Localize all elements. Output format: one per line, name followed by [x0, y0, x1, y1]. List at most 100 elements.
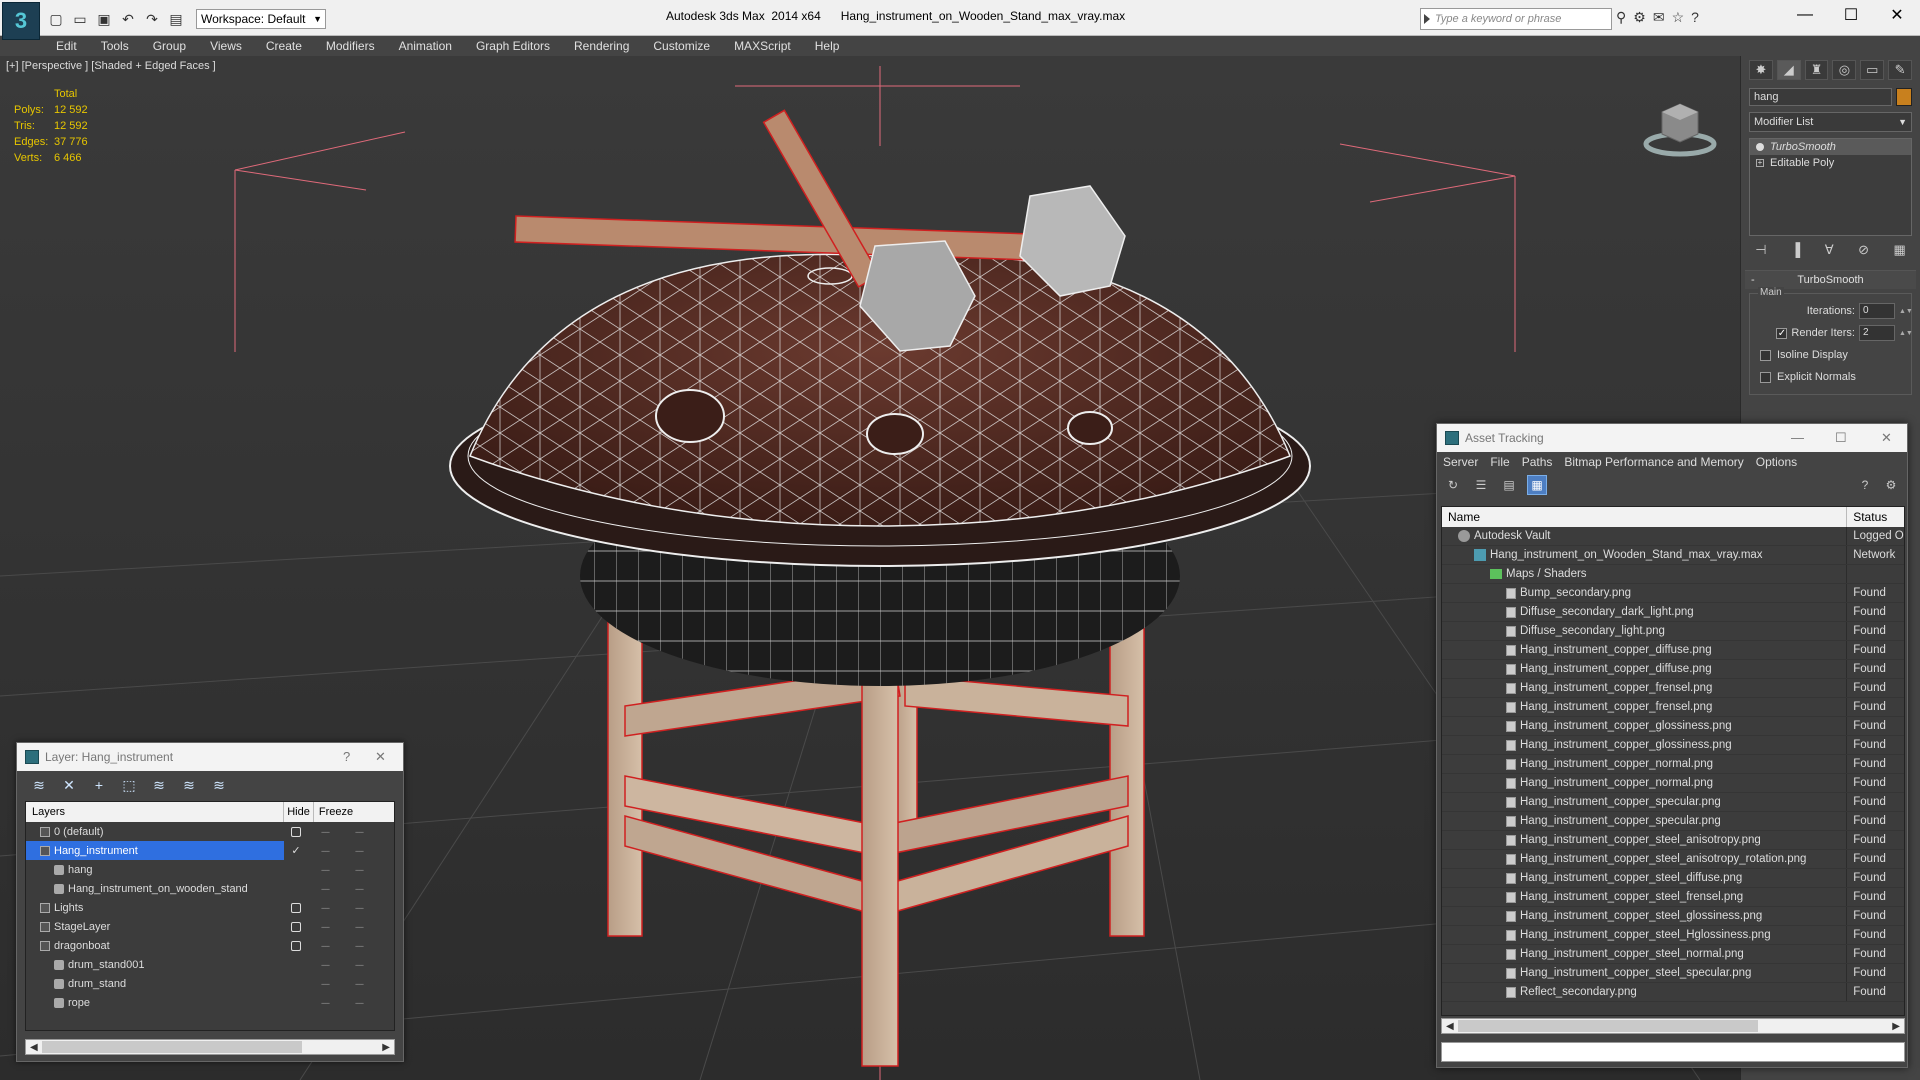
maximize-button[interactable]: ☐: [1828, 0, 1874, 30]
asset-row[interactable]: Hang_instrument_copper_steel_specular.pn…: [1442, 964, 1904, 983]
expand-icon[interactable]: +: [1756, 159, 1764, 167]
asset-row[interactable]: Hang_instrument_copper_normal.png Found: [1442, 755, 1904, 774]
scroll-left-icon[interactable]: ◀: [30, 1042, 38, 1053]
freeze-toggle[interactable]: ----: [342, 884, 376, 894]
modify-tab-icon[interactable]: ◢: [1776, 60, 1801, 80]
create-tab-icon[interactable]: ✸: [1749, 60, 1773, 80]
col-status[interactable]: Status: [1847, 507, 1904, 527]
asset-row[interactable]: Hang_instrument_copper_steel_Hglossiness…: [1442, 926, 1904, 945]
pin-stack-icon[interactable]: ⊣: [1755, 242, 1766, 258]
hide-toggle[interactable]: ----: [308, 827, 342, 837]
asset-list-scrollbar[interactable]: ◀ ▶: [1441, 1018, 1905, 1034]
menu-rendering[interactable]: Rendering: [562, 39, 641, 53]
scroll-thumb[interactable]: [42, 1041, 302, 1053]
layer-row-name[interactable]: Hang_instrument_on_wooden_stand: [26, 879, 284, 898]
freeze-toggle[interactable]: ----: [342, 960, 376, 970]
asset-row[interactable]: Hang_instrument_copper_frensel.png Found: [1442, 698, 1904, 717]
asset-row[interactable]: Hang_instrument_copper_steel_glossiness.…: [1442, 907, 1904, 926]
project-folder-icon[interactable]: ▤: [166, 9, 186, 29]
menu-help[interactable]: Help: [803, 39, 852, 53]
asset-row[interactable]: Hang_instrument_copper_normal.png Found: [1442, 774, 1904, 793]
scroll-left-icon[interactable]: ◀: [1446, 1021, 1454, 1032]
asset-window-titlebar[interactable]: Asset Tracking — ☐ ✕: [1437, 424, 1907, 452]
checkmark-icon[interactable]: ✓: [284, 844, 308, 857]
col-freeze[interactable]: Freeze: [314, 802, 358, 822]
object-name-input[interactable]: hang: [1749, 88, 1892, 106]
close-button[interactable]: ✕: [1874, 0, 1920, 30]
show-end-result-icon[interactable]: ▐: [1791, 242, 1800, 258]
favorites-star-icon[interactable]: ☆: [1672, 9, 1685, 26]
freeze-toggle[interactable]: ----: [342, 922, 376, 932]
lightbulb-icon[interactable]: [1756, 143, 1764, 151]
hide-toggle[interactable]: ----: [308, 979, 342, 989]
menu-options[interactable]: Options: [1756, 455, 1797, 469]
asset-row[interactable]: Hang_instrument_copper_glossiness.png Fou…: [1442, 717, 1904, 736]
layer-row-name[interactable]: hang: [26, 860, 284, 879]
freeze-toggle[interactable]: ----: [342, 827, 376, 837]
menu-server[interactable]: Server: [1443, 455, 1478, 469]
search-input[interactable]: Type a keyword or phrase: [1420, 8, 1612, 30]
communication-icon[interactable]: ✉: [1653, 9, 1665, 26]
table-view-icon[interactable]: ▦: [1527, 475, 1547, 495]
layer-row-name[interactable]: Hang_instrument: [26, 841, 284, 860]
menu-create[interactable]: Create: [254, 39, 314, 53]
menu-group[interactable]: Group: [141, 39, 198, 53]
help-icon[interactable]: ?: [1855, 475, 1875, 495]
hide-toggle[interactable]: ----: [308, 998, 342, 1008]
stack-item-editable-poly[interactable]: + Editable Poly: [1750, 155, 1911, 171]
asset-row[interactable]: Hang_instrument_copper_diffuse.png Found: [1442, 660, 1904, 679]
asset-row[interactable]: Maps / Shaders: [1442, 565, 1904, 584]
layer-row[interactable]: drum_stand ---- ----: [26, 974, 394, 993]
layer-row[interactable]: Hang_instrument_on_wooden_stand ---- ----: [26, 879, 394, 898]
layer-row-name[interactable]: drum_stand001: [26, 955, 284, 974]
layer-row[interactable]: rope ---- ----: [26, 993, 394, 1012]
menu-file[interactable]: File: [1490, 455, 1509, 469]
workspace-dropdown[interactable]: Workspace: Default ▼: [196, 9, 326, 29]
layer-list-scrollbar[interactable]: ◀ ▶: [25, 1039, 395, 1055]
layer-row-name[interactable]: StageLayer: [26, 917, 284, 936]
col-layers[interactable]: Layers: [26, 802, 284, 822]
menu-edit[interactable]: Edit: [44, 39, 89, 53]
stack-item-turbosmooth[interactable]: TurboSmooth: [1750, 139, 1911, 155]
close-button[interactable]: ✕: [1881, 430, 1892, 446]
undo-icon[interactable]: ↶: [118, 9, 138, 29]
menu-tools[interactable]: Tools: [89, 39, 141, 53]
hierarchy-tab-icon[interactable]: ♜: [1804, 60, 1829, 80]
hide-toggle[interactable]: ----: [308, 903, 342, 913]
menu-paths[interactable]: Paths: [1522, 455, 1553, 469]
freeze-toggle[interactable]: ----: [342, 979, 376, 989]
object-color-swatch[interactable]: [1896, 88, 1912, 106]
layer-row-name[interactable]: drum_stand: [26, 974, 284, 993]
add-to-layer-icon[interactable]: +: [89, 775, 109, 795]
col-name[interactable]: Name: [1442, 507, 1848, 527]
open-file-icon[interactable]: ▭: [70, 9, 90, 29]
modifier-list-dropdown[interactable]: Modifier List ▼: [1749, 112, 1912, 132]
select-objects-icon[interactable]: ⬚: [119, 775, 139, 795]
app-logo-button[interactable]: 3: [2, 2, 40, 40]
asset-row[interactable]: Hang_instrument_copper_diffuse.png Found: [1442, 641, 1904, 660]
help-button[interactable]: ?: [343, 749, 350, 764]
explicit-normals-checkbox[interactable]: [1760, 371, 1771, 383]
freeze-toggle[interactable]: ----: [342, 865, 376, 875]
layer-row[interactable]: Hang_instrument ✓ ---- ----: [26, 841, 394, 860]
layer-row-name[interactable]: rope: [26, 993, 284, 1012]
menu-customize[interactable]: Customize: [641, 39, 722, 53]
configure-modifier-sets-icon[interactable]: ▦: [1893, 242, 1905, 258]
layer-row[interactable]: hang ---- ----: [26, 860, 394, 879]
layer-row[interactable]: Lights ---- ----: [26, 898, 394, 917]
asset-row[interactable]: Diffuse_secondary_light.png Found: [1442, 622, 1904, 641]
asset-row[interactable]: Hang_instrument_copper_frensel.png Found: [1442, 679, 1904, 698]
scroll-thumb[interactable]: [1458, 1020, 1758, 1032]
render-iters-checkbox[interactable]: ✓: [1776, 327, 1788, 339]
spinner-arrows-icon[interactable]: ▲▼: [1899, 308, 1913, 315]
asset-row[interactable]: Hang_instrument_copper_steel_frensel.png…: [1442, 888, 1904, 907]
current-layer-toggle[interactable]: [284, 826, 308, 837]
layer-row-name[interactable]: 0 (default): [26, 822, 284, 841]
freeze-toggle[interactable]: ----: [342, 846, 376, 856]
layer-row[interactable]: 0 (default) ---- ----: [26, 822, 394, 841]
layer-window-titlebar[interactable]: Layer: Hang_instrument ? ✕: [17, 743, 403, 771]
current-layer-toggle[interactable]: [284, 921, 308, 932]
hide-toggle[interactable]: ----: [308, 922, 342, 932]
subscription-icon[interactable]: ⚙: [1633, 9, 1646, 26]
render-iters-spinner[interactable]: 2: [1859, 325, 1895, 341]
